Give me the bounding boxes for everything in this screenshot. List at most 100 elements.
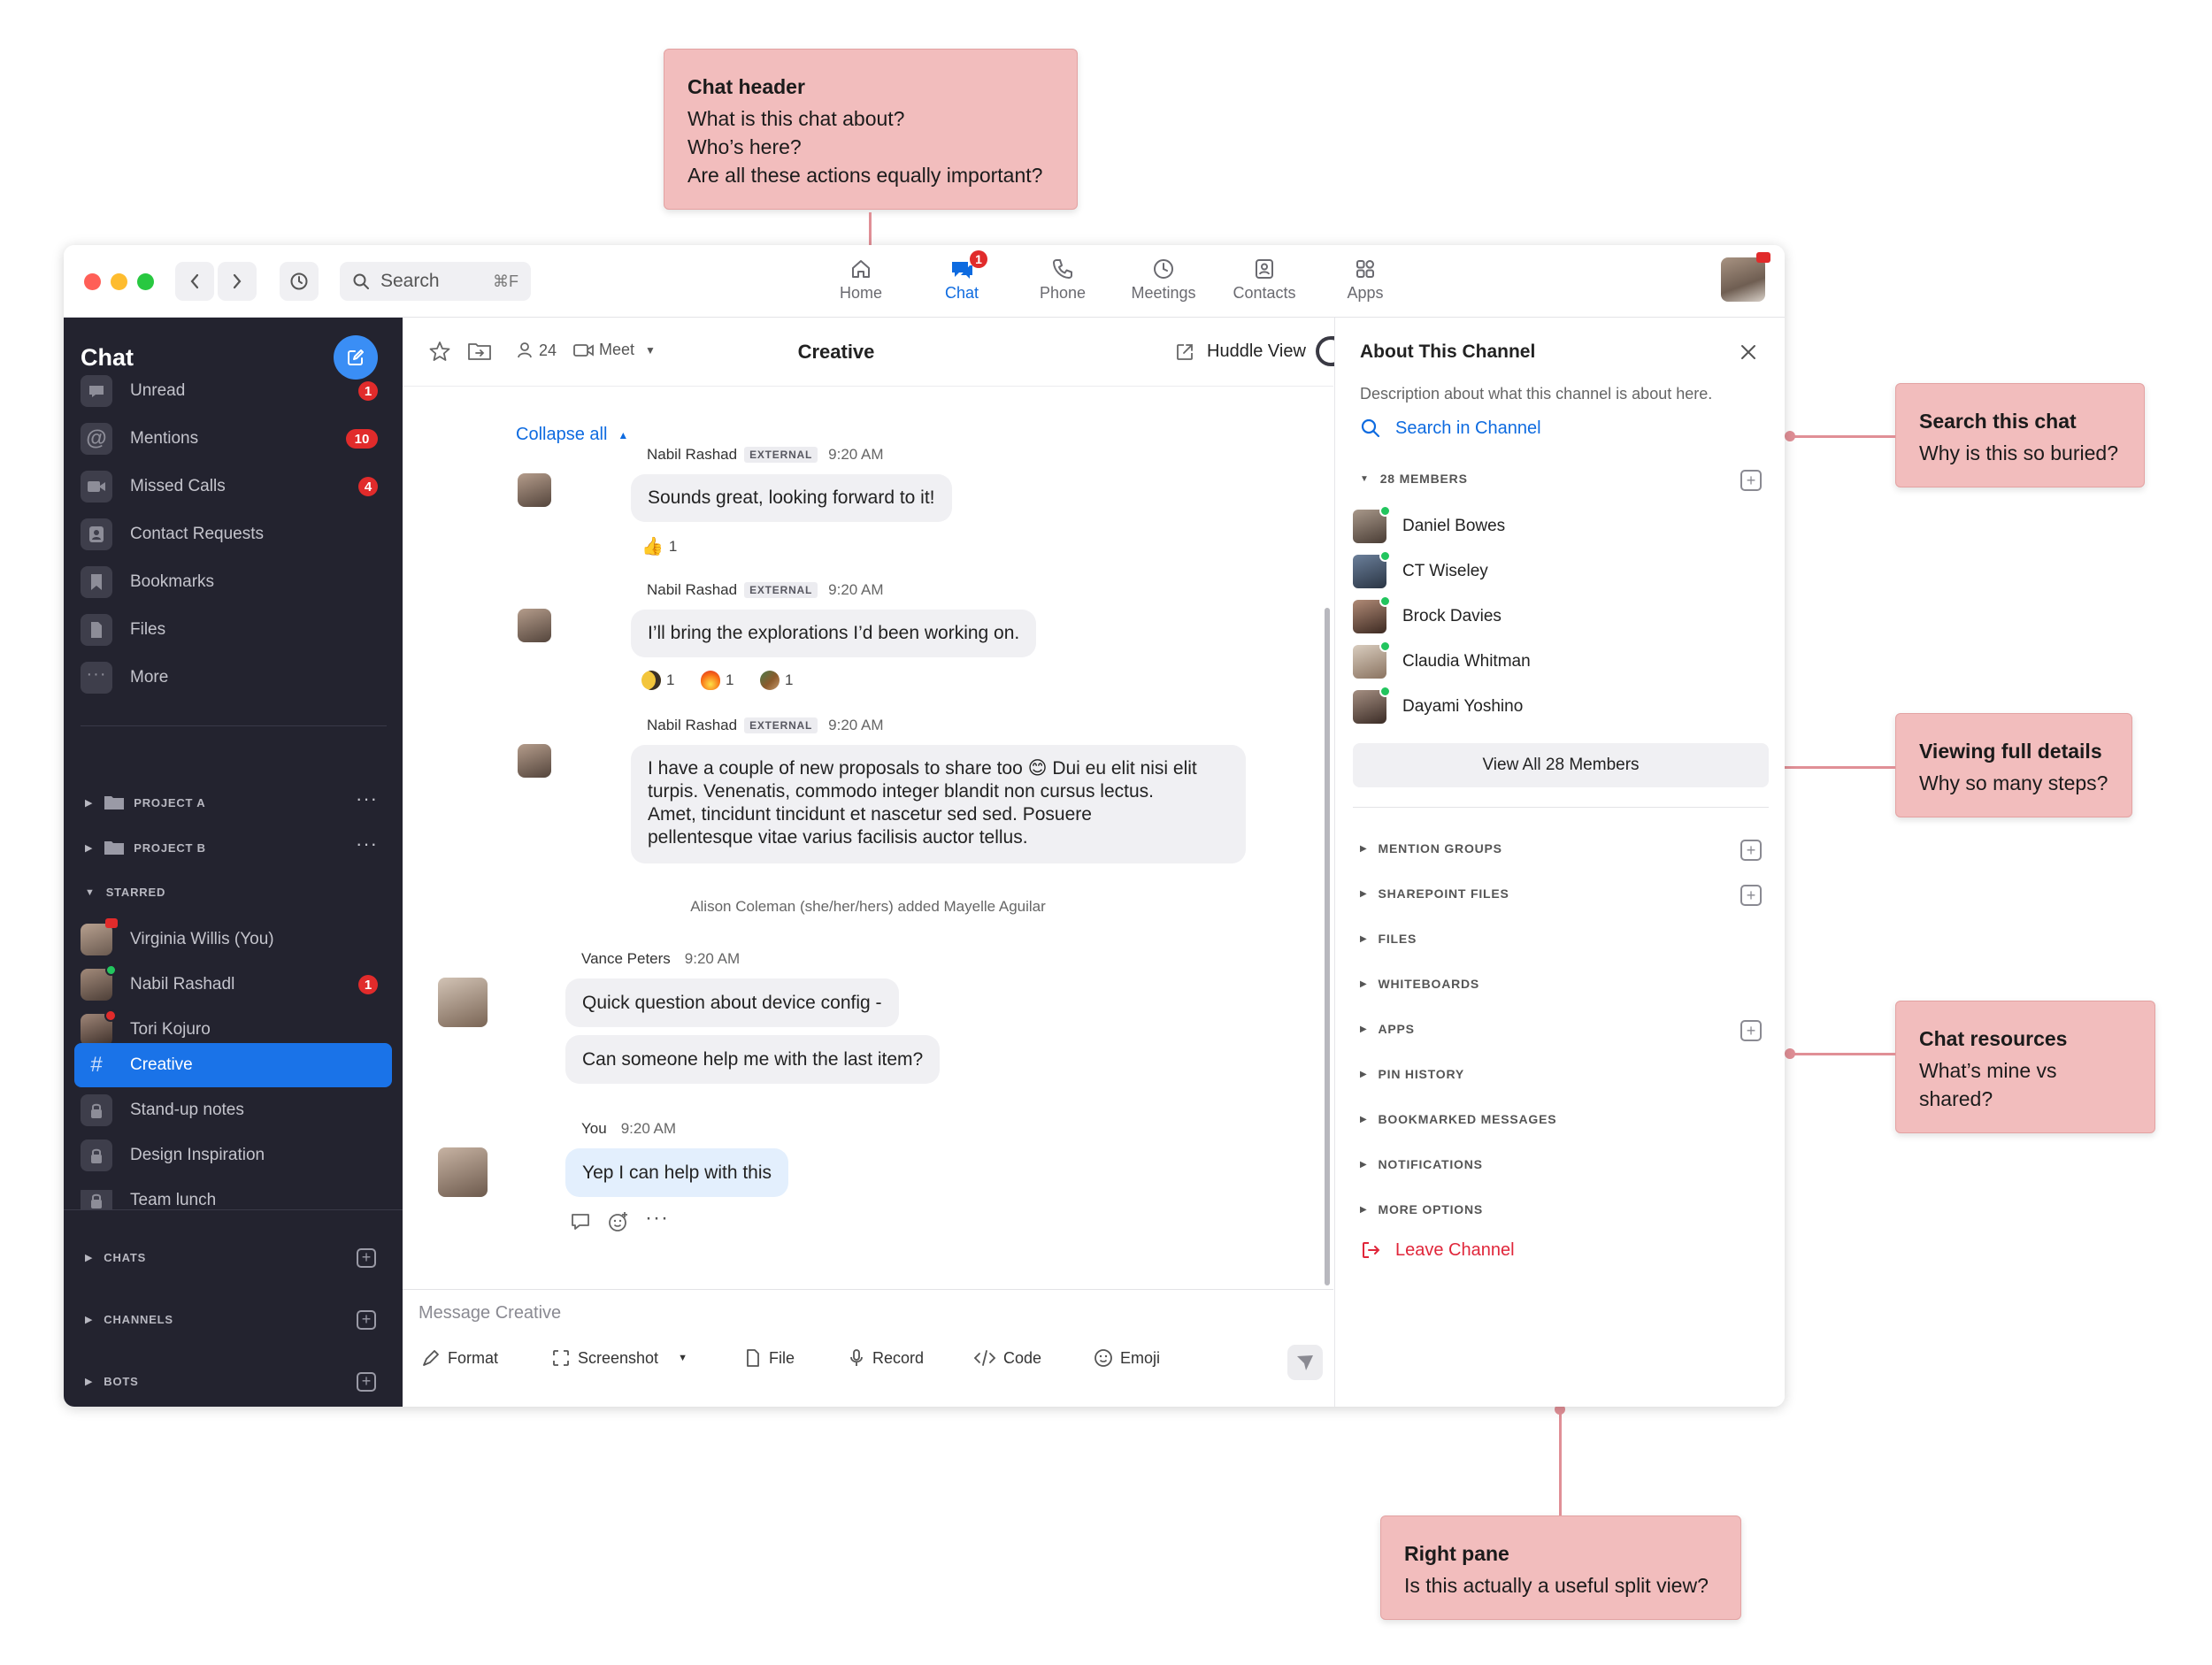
file-button[interactable]: File [744, 1348, 795, 1368]
folder-options-button[interactable]: ··· [356, 832, 378, 856]
bookmarked-messages-section[interactable]: ▶ BOOKMARKED MESSAGES [1360, 1112, 1556, 1126]
reply-thread-icon[interactable] [570, 1211, 593, 1232]
back-button[interactable] [175, 262, 214, 301]
view-all-members-button[interactable]: View All 28 Members [1353, 743, 1769, 787]
move-to-folder-icon[interactable] [467, 340, 492, 363]
add-mention-group-button[interactable]: + [1740, 840, 1762, 861]
zoom-window-button[interactable] [137, 273, 154, 290]
member-ct-wiseley[interactable]: CT Wiseley [1353, 550, 1488, 588]
channels-section-header[interactable]: ▶ CHANNELS [85, 1313, 173, 1326]
apps-section[interactable]: ▶ APPS [1360, 1022, 1415, 1036]
sidebar-item-mentions[interactable]: @ Mentions 10 [81, 420, 387, 457]
folder-project-b[interactable]: ▶ PROJECT B [85, 839, 206, 856]
sidebar-item-nabil-rashadl[interactable]: Nabil Rashadl 1 [81, 964, 387, 1003]
member-count-button[interactable]: 24 [516, 341, 557, 360]
folder-options-button[interactable]: ··· [356, 787, 378, 810]
message-time: 9:20 AM [828, 581, 884, 598]
sidebar-item-standup-notes[interactable]: Stand-up notes [81, 1092, 387, 1129]
add-app-button[interactable]: + [1740, 1020, 1762, 1041]
screenshot-button[interactable]: Screenshot ▼ [551, 1348, 687, 1368]
message-bubble[interactable]: Can someone help me with the last item? [565, 1035, 941, 1084]
member-dayami-yoshino[interactable]: Dayami Yoshino [1353, 686, 1523, 724]
files-section[interactable]: ▶ FILES [1360, 932, 1417, 946]
sidebar-item-missed-calls[interactable]: Missed Calls 4 [81, 468, 387, 505]
folder-project-a[interactable]: ▶ PROJECT A [85, 794, 205, 811]
chat-header: 24 Meet ▼ Creative Huddle View [403, 318, 1369, 387]
reaction-bee[interactable]: 1 [641, 671, 674, 690]
top-bar: Search ⌘F Home 1 Chat Phone Meetings Con… [64, 245, 1785, 318]
tab-contacts[interactable]: Contacts [1216, 254, 1313, 312]
pop-out-icon[interactable] [1175, 342, 1194, 362]
chats-section-header[interactable]: ▶ CHATS [85, 1251, 146, 1264]
sidebar-item-files[interactable]: Files [81, 611, 387, 648]
annotation-line: Are all these actions equally important? [687, 164, 1043, 187]
reaction-fire[interactable]: 1 [701, 671, 733, 690]
more-options-section[interactable]: ▶ MORE OPTIONS [1360, 1202, 1483, 1216]
reaction-thumbs-up[interactable]: 👍 1 [641, 535, 677, 557]
bots-section-header[interactable]: ▶ BOTS [85, 1375, 139, 1388]
tab-apps[interactable]: Apps [1317, 254, 1414, 312]
notifications-section[interactable]: ▶ NOTIFICATIONS [1360, 1157, 1483, 1171]
sidebar-item-team-lunch[interactable]: Team lunch [81, 1190, 387, 1209]
add-reaction-icon[interactable] [607, 1210, 630, 1233]
format-button[interactable]: Format [421, 1348, 498, 1368]
avatar [518, 744, 551, 778]
tab-home[interactable]: Home [812, 254, 910, 312]
whiteboards-section[interactable]: ▶ WHITEBOARDS [1360, 977, 1479, 991]
reaction-duck[interactable]: 1 [760, 671, 793, 690]
annotation-title: Chat header [687, 75, 805, 98]
message-bubble[interactable]: I’ll bring the explorations I’d been wor… [631, 610, 1037, 657]
search-in-channel-link[interactable]: Search in Channel [1360, 418, 1541, 439]
sidebar-item-contact-requests[interactable]: Contact Requests [81, 516, 387, 553]
add-sharepoint-file-button[interactable]: + [1740, 885, 1762, 906]
pin-history-section[interactable]: ▶ PIN HISTORY [1360, 1067, 1464, 1081]
global-search-input[interactable]: Search ⌘F [340, 262, 531, 301]
sharepoint-files-section[interactable]: ▶ SHAREPOINT FILES [1360, 886, 1509, 901]
section-label: MENTION GROUPS [1378, 841, 1502, 856]
tab-chat[interactable]: 1 Chat [913, 250, 1010, 312]
tab-meetings[interactable]: Meetings [1115, 254, 1212, 312]
starred-section-header[interactable]: ▼ STARRED [85, 886, 165, 899]
online-status-dot [1379, 595, 1391, 607]
add-bot-button[interactable]: + [357, 1372, 376, 1392]
star-icon[interactable] [428, 340, 451, 363]
message-bubble[interactable]: Yep I can help with this [565, 1148, 789, 1197]
member-name: Brock Davies [1402, 607, 1502, 625]
more-actions-button[interactable]: ··· [645, 1206, 669, 1231]
sidebar-item-bookmarks[interactable]: Bookmarks [81, 564, 387, 601]
avatar [518, 609, 551, 642]
close-window-button[interactable] [84, 273, 101, 290]
message-bubble[interactable]: Quick question about device config - [565, 978, 899, 1027]
collapse-all-link[interactable]: Collapse all ▲ [516, 425, 628, 445]
add-chat-button[interactable]: + [357, 1248, 376, 1268]
member-brock-davies[interactable]: Brock Davies [1353, 595, 1502, 633]
member-daniel-bowes[interactable]: Daniel Bowes [1353, 505, 1505, 543]
message-bubble[interactable]: I have a couple of new proposals to shar… [631, 745, 1246, 863]
close-icon[interactable] [1739, 342, 1758, 362]
code-button[interactable]: Code [973, 1348, 1041, 1368]
sidebar-item-virginia-willis[interactable]: Virginia Willis (You) [81, 918, 387, 958]
members-section-header[interactable]: ▼ 28 MEMBERS [1360, 472, 1468, 486]
add-member-button[interactable]: + [1740, 470, 1762, 491]
history-button[interactable] [280, 262, 319, 301]
record-button[interactable]: Record [848, 1348, 924, 1368]
leave-channel-button[interactable]: Leave Channel [1360, 1239, 1515, 1261]
sidebar-item-design-inspiration[interactable]: Design Inspiration [81, 1137, 387, 1174]
sidebar-item-more[interactable]: ··· More [81, 659, 387, 696]
add-channel-button[interactable]: + [357, 1310, 376, 1330]
message-bubble[interactable]: Sounds great, looking forward to it! [631, 474, 952, 522]
mention-groups-section[interactable]: ▶ MENTION GROUPS [1360, 841, 1502, 856]
send-button[interactable] [1287, 1345, 1323, 1380]
forward-button[interactable] [218, 262, 257, 301]
member-claudia-whitman[interactable]: Claudia Whitman [1353, 641, 1531, 679]
meet-button[interactable]: Meet ▼ [572, 341, 656, 359]
sidebar-item-unread[interactable]: Unread 1 [81, 372, 387, 410]
message-input[interactable]: Message Creative [419, 1303, 1312, 1339]
sidebar-item-creative[interactable]: # Creative [81, 1047, 387, 1084]
minimize-window-button[interactable] [111, 273, 127, 290]
tab-phone[interactable]: Phone [1014, 254, 1111, 312]
message-text-line: turpis. Venenatis, commodo integer bland… [648, 781, 1154, 802]
profile-avatar[interactable] [1721, 252, 1770, 302]
emoji-button[interactable]: Emoji [1094, 1348, 1160, 1368]
chat-scrollbar[interactable] [1325, 608, 1330, 1285]
